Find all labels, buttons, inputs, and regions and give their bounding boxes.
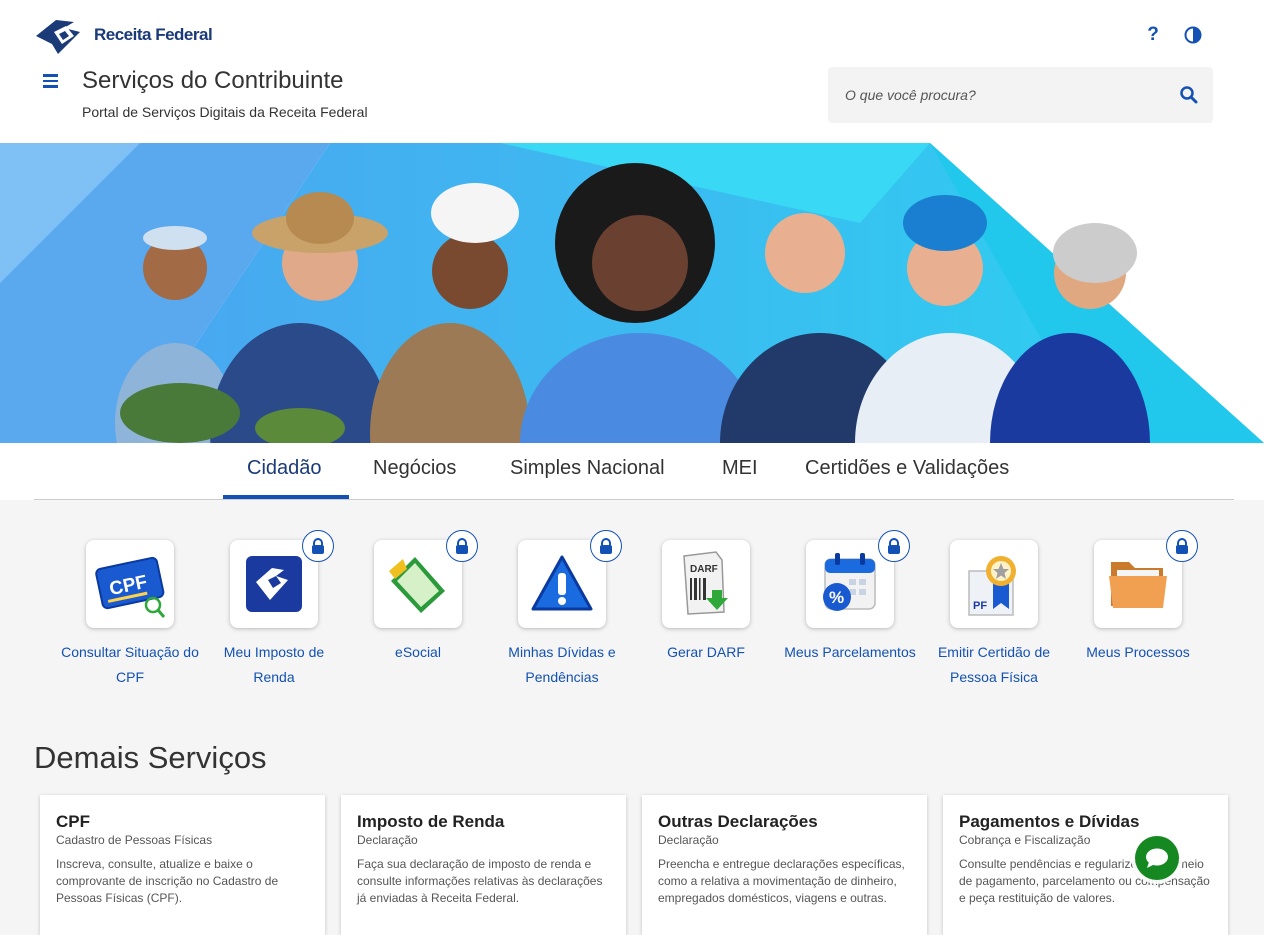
service-minhas-dividas[interactable]: Minhas Dívidas e Pendências [490,530,634,690]
receita-federal-logo[interactable]: Receita Federal [34,14,213,56]
search-input[interactable] [828,67,1168,123]
service-icon-box: PF [950,540,1038,628]
esocial-icon [389,557,445,613]
tab-negocios[interactable]: Negócios [373,457,456,480]
page-subtitle: Portal de Serviços Digitais da Receita F… [82,104,368,120]
banner-illustration [0,143,1264,443]
service-meu-imposto-de-renda[interactable]: Meu Imposto de Renda [202,530,346,690]
contrast-icon[interactable] [1182,24,1204,46]
service-label: Meus Processos [1086,644,1190,660]
service-emitir-certidao[interactable]: PF Emitir Certidão de Pessoa Física [922,540,1066,690]
card-outras-declaracoes[interactable]: Outras Declarações Declaração Preencha e… [642,795,927,935]
card-subtitle: Declaração [658,833,719,847]
chat-bubble-icon [1146,848,1168,868]
active-tab-indicator [223,495,349,499]
service-label: Consultar Situação do CPF [61,644,199,685]
service-icon-box: % [806,530,910,628]
cpf-card-icon: CPF [95,556,166,618]
hero-banner [0,143,1264,443]
section-title-demais-servicos: Demais Serviços [34,740,267,775]
service-icon-box: DARF [662,540,750,628]
svg-text:%: % [829,588,844,607]
service-label: eSocial [395,644,441,660]
card-imposto-de-renda[interactable]: Imposto de Renda Declaração Faça sua dec… [341,795,626,935]
search-box [828,67,1213,123]
logo-text: Receita Federal [94,25,213,44]
card-subtitle: Declaração [357,833,418,847]
service-icon-box [1094,530,1198,628]
service-icon-box [230,530,334,628]
service-label: Meu Imposto de Renda [223,644,325,685]
service-consultar-cpf[interactable]: CPF Consultar Situação do CPF [58,540,202,690]
tab-certidoes[interactable]: Certidões e Validações [805,457,1009,480]
card-description: Preencha e entregue declarações específi… [658,857,905,905]
folder-icon [1109,562,1167,608]
featured-services: CPF Consultar Situação do CPF Meu Impost… [0,500,1264,700]
receita-logo-icon [36,20,80,54]
service-meus-parcelamentos[interactable]: % Meus Parcelamentos [778,530,922,665]
service-icon-box [518,530,622,628]
service-icon-box: CPF [86,540,174,628]
category-tabs: Cidadão Negócios Simples Nacional MEI Ce… [34,443,1234,500]
calendar-percent-icon: % [823,553,876,611]
receita-logo-icon [246,556,302,612]
card-subtitle: Cadastro de Pessoas Físicas [56,833,213,847]
chat-button[interactable] [1135,836,1179,880]
service-icon-box [374,530,478,628]
lock-icon [446,530,478,562]
card-description: Faça sua declaração de imposto de renda … [357,857,603,905]
card-title: Outras Declarações [658,812,818,831]
service-label: Minhas Dívidas e Pendências [508,644,616,685]
service-gerar-darf[interactable]: DARF Gerar DARF [634,540,778,665]
warning-icon [531,555,593,611]
tab-simples-nacional[interactable]: Simples Nacional [510,457,665,480]
service-meus-processos[interactable]: Meus Processos [1066,530,1210,665]
service-esocial[interactable]: eSocial [346,530,490,665]
page-title: Serviços do Contribuinte [82,67,344,94]
service-label: Meus Parcelamentos [784,644,916,660]
menu-icon[interactable] [38,71,62,95]
search-icon[interactable] [1179,85,1199,105]
certificate-icon: PF [968,556,1016,616]
service-label: Gerar DARF [667,644,745,660]
darf-document-icon: DARF [683,551,728,615]
lock-icon [878,530,910,562]
tab-mei[interactable]: MEI [722,457,758,480]
tab-cidadao[interactable]: Cidadão [247,457,322,480]
card-title: CPF [56,812,90,831]
card-pagamentos-e-dividas[interactable]: Pagamentos e Dívidas Cobrança e Fiscaliz… [943,795,1228,935]
lock-icon [590,530,622,562]
card-title: Imposto de Renda [357,812,505,831]
service-label: Emitir Certidão de Pessoa Física [937,644,1051,685]
svg-text:PF: PF [973,600,987,612]
lock-icon [302,530,334,562]
lock-icon [1166,530,1198,562]
help-icon[interactable]: ? [1142,24,1164,46]
svg-text:DARF: DARF [690,564,718,575]
card-description: Inscreva, consulte, atualize e baixe o c… [56,857,279,905]
card-title: Pagamentos e Dívidas [959,812,1140,831]
site-header: Receita Federal ? Serviços do Contribuin… [0,0,1264,143]
card-cpf[interactable]: CPF Cadastro de Pessoas Físicas Inscreva… [40,795,325,935]
